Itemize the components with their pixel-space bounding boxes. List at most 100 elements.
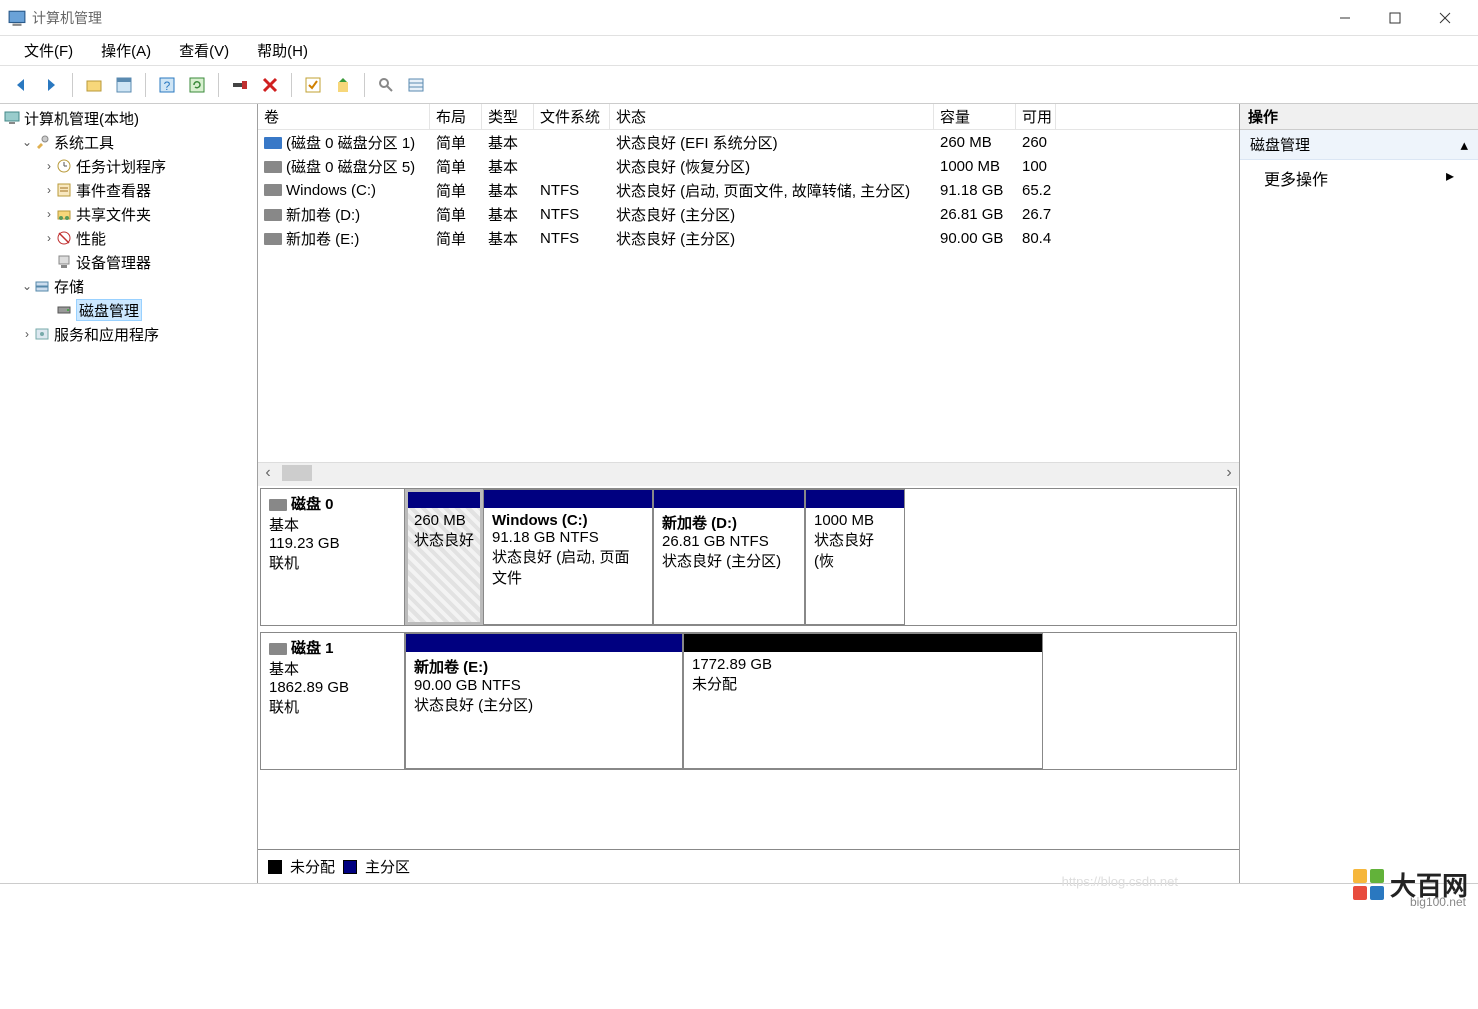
toolbar: ? — [0, 66, 1478, 104]
list-button[interactable] — [403, 72, 429, 98]
help-button[interactable]: ? — [154, 72, 180, 98]
title-bar: 计算机管理 — [0, 0, 1478, 36]
services-icon — [34, 326, 50, 342]
collapse-icon[interactable]: ⌄ — [20, 135, 34, 149]
tree-root[interactable]: 计算机管理(本地) — [2, 106, 257, 130]
partition-bar — [484, 490, 652, 508]
tree-task-scheduler[interactable]: › 任务计划程序 — [2, 154, 257, 178]
volume-list-header: 卷 布局 类型 文件系统 状态 容量 可用 — [258, 104, 1239, 130]
settings-button[interactable] — [227, 72, 253, 98]
disk-row: 磁盘 0基本119.23 GB联机260 MB状态良好Windows (C:)9… — [260, 488, 1237, 626]
tree-event-viewer[interactable]: › 事件查看器 — [2, 178, 257, 202]
scroll-thumb[interactable] — [282, 465, 312, 481]
partition-bar — [406, 634, 682, 652]
tree-label: 存储 — [54, 276, 84, 297]
menu-help[interactable]: 帮助(H) — [243, 36, 322, 65]
volume-row[interactable]: 新加卷 (D:)简单基本NTFS状态良好 (主分区)26.81 GB26.7 — [258, 202, 1239, 226]
partition[interactable]: 1772.89 GB未分配 — [683, 633, 1043, 769]
forward-button[interactable] — [38, 72, 64, 98]
properties-button[interactable] — [111, 72, 137, 98]
expand-icon[interactable]: › — [20, 327, 34, 341]
disk-icon — [269, 643, 287, 655]
computer-icon — [4, 110, 20, 126]
partition-bar — [406, 490, 482, 508]
back-button[interactable] — [8, 72, 34, 98]
export-button[interactable] — [330, 72, 356, 98]
expand-icon[interactable]: › — [42, 183, 56, 197]
tree-disk-management[interactable]: 磁盘管理 — [2, 298, 257, 322]
volume-icon — [264, 137, 282, 149]
disk-icon — [269, 499, 287, 511]
actions-group-label: 磁盘管理 — [1250, 134, 1310, 155]
disk-graphical-view: 磁盘 0基本119.23 GB联机260 MB状态良好Windows (C:)9… — [258, 486, 1239, 849]
disk-row: 磁盘 1基本1862.89 GB联机新加卷 (E:)90.00 GB NTFS状… — [260, 632, 1237, 770]
volume-row[interactable]: (磁盘 0 磁盘分区 5)简单基本状态良好 (恢复分区)1000 MB100 — [258, 154, 1239, 178]
tree-performance[interactable]: › 性能 — [2, 226, 257, 250]
tree-label: 性能 — [76, 228, 106, 249]
actions-header: 操作 — [1240, 104, 1478, 130]
col-free[interactable]: 可用 — [1016, 104, 1056, 129]
col-status[interactable]: 状态 — [610, 104, 934, 129]
scroll-left-icon[interactable]: ‹ — [258, 464, 278, 482]
expand-icon[interactable]: › — [42, 231, 56, 245]
tree-label: 任务计划程序 — [76, 156, 166, 177]
volume-row[interactable]: Windows (C:)简单基本NTFS状态良好 (启动, 页面文件, 故障转储… — [258, 178, 1239, 202]
up-button[interactable] — [81, 72, 107, 98]
tree-label: 计算机管理(本地) — [24, 108, 139, 129]
partition[interactable]: 新加卷 (D:)26.81 GB NTFS状态良好 (主分区) — [653, 489, 805, 625]
legend-primary: 主分区 — [365, 856, 410, 877]
minimize-button[interactable] — [1320, 1, 1370, 35]
volume-icon — [264, 209, 282, 221]
volume-row[interactable]: (磁盘 0 磁盘分区 1)简单基本状态良好 (EFI 系统分区)260 MB26… — [258, 130, 1239, 154]
expand-icon[interactable]: › — [42, 207, 56, 221]
center-pane: 卷 布局 类型 文件系统 状态 容量 可用 (磁盘 0 磁盘分区 1)简单基本状… — [258, 104, 1240, 883]
menu-action[interactable]: 操作(A) — [87, 36, 165, 65]
expand-icon[interactable]: › — [42, 159, 56, 173]
tree-shared-folders[interactable]: › 共享文件夹 — [2, 202, 257, 226]
window-title: 计算机管理 — [32, 8, 102, 28]
volume-icon — [264, 161, 282, 173]
refresh-button[interactable] — [184, 72, 210, 98]
tree-device-manager[interactable]: 设备管理器 — [2, 250, 257, 274]
check-button[interactable] — [300, 72, 326, 98]
col-capacity[interactable]: 容量 — [934, 104, 1016, 129]
event-icon — [56, 182, 72, 198]
disk-icon — [56, 302, 72, 318]
col-fs[interactable]: 文件系统 — [534, 104, 610, 129]
clock-icon — [56, 158, 72, 174]
menu-view[interactable]: 查看(V) — [165, 36, 243, 65]
tree-storage[interactable]: ⌄ 存储 — [2, 274, 257, 298]
legend-unallocated: 未分配 — [290, 856, 335, 877]
main-area: 计算机管理(本地) ⌄ 系统工具 › 任务计划程序 › 事件查看器 › 共享文件… — [0, 104, 1478, 884]
partition[interactable]: 260 MB状态良好 — [405, 489, 483, 625]
device-icon — [56, 254, 72, 270]
delete-button[interactable] — [257, 72, 283, 98]
col-volume[interactable]: 卷 — [258, 104, 430, 129]
menu-file[interactable]: 文件(F) — [10, 36, 87, 65]
actions-more[interactable]: 更多操作 ▸ — [1240, 160, 1478, 196]
maximize-button[interactable] — [1370, 1, 1420, 35]
app-icon — [8, 9, 26, 27]
tree-label: 设备管理器 — [76, 252, 151, 273]
menu-bar: 文件(F) 操作(A) 查看(V) 帮助(H) — [0, 36, 1478, 66]
find-button[interactable] — [373, 72, 399, 98]
partition[interactable]: 1000 MB状态良好 (恢 — [805, 489, 905, 625]
volume-row[interactable]: 新加卷 (E:)简单基本NTFS状态良好 (主分区)90.00 GB80.4 — [258, 226, 1239, 250]
partition[interactable]: Windows (C:)91.18 GB NTFS状态良好 (启动, 页面文件 — [483, 489, 653, 625]
disk-info[interactable]: 磁盘 1基本1862.89 GB联机 — [261, 633, 405, 769]
disk-info[interactable]: 磁盘 0基本119.23 GB联机 — [261, 489, 405, 625]
col-type[interactable]: 类型 — [482, 104, 534, 129]
actions-group-header[interactable]: 磁盘管理 ▴ — [1240, 130, 1478, 160]
volume-icon — [264, 184, 282, 196]
svg-text:?: ? — [164, 79, 171, 93]
watermark-logo: 大百网 big100.net — [1353, 866, 1468, 903]
tree-services[interactable]: › 服务和应用程序 — [2, 322, 257, 346]
horizontal-scrollbar[interactable]: ‹ › — [258, 462, 1239, 482]
scroll-right-icon[interactable]: › — [1219, 464, 1239, 482]
collapse-icon[interactable]: ▴ — [1460, 136, 1468, 154]
close-button[interactable] — [1420, 1, 1470, 35]
col-layout[interactable]: 布局 — [430, 104, 482, 129]
partition[interactable]: 新加卷 (E:)90.00 GB NTFS状态良好 (主分区) — [405, 633, 683, 769]
collapse-icon[interactable]: ⌄ — [20, 279, 34, 293]
tree-system-tools[interactable]: ⌄ 系统工具 — [2, 130, 257, 154]
